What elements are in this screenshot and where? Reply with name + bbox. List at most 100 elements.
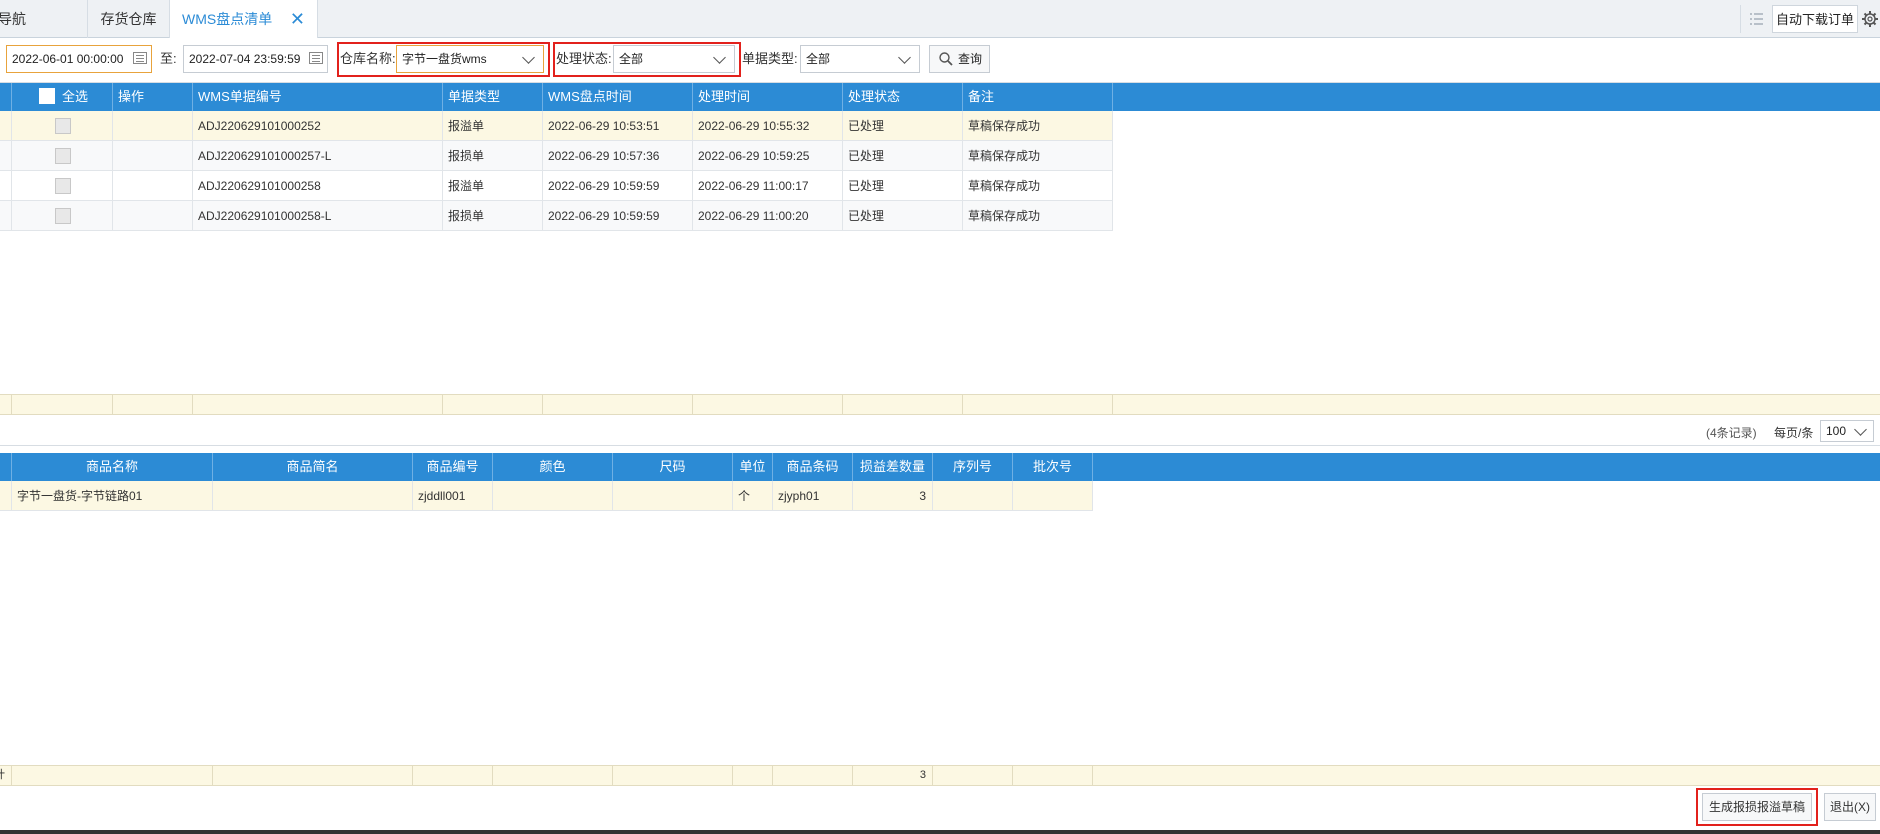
summary-cell (933, 766, 1013, 785)
action-cell[interactable] (113, 111, 193, 141)
per-page-select[interactable]: 100 (1820, 420, 1874, 442)
header-label: 全选 (62, 89, 89, 104)
row-checkbox[interactable] (55, 208, 71, 224)
table-row[interactable]: ADJ220629101000258-L 报损单 2022-06-29 10:5… (0, 201, 1113, 231)
header-cell[interactable]: 处理状态 (843, 83, 963, 111)
status-cell: 已处理 (843, 201, 963, 231)
start-date-value: 2022-06-01 00:00:00 (12, 52, 124, 66)
row-checkbox[interactable] (55, 118, 71, 134)
warehouse-select[interactable]: 字节一盘货wms (396, 45, 544, 73)
check-time-cell: 2022-06-29 10:59:59 (543, 201, 693, 231)
doc-type-value: 全部 (806, 52, 831, 66)
summary-cell (443, 395, 543, 414)
diff-qty-cell: 3 (853, 481, 933, 511)
header-cell[interactable]: 商品简名 (213, 453, 413, 481)
list-menu-icon[interactable] (1740, 5, 1770, 33)
tab-navigation[interactable]: 导航 (0, 0, 88, 38)
close-icon[interactable]: ✕ (290, 0, 305, 38)
search-icon (939, 52, 953, 66)
product-name-cell: 字节一盘货-字节链路01 (12, 481, 213, 511)
header-cell[interactable]: WMS单据编号 (193, 83, 443, 111)
bottom-grid-header: 商品名称 商品简名 商品编号 颜色 尺码 单位 商品条码 损益差数量 序列号 批… (0, 453, 1880, 481)
unit-cell: 个 (733, 481, 773, 511)
summary-cell (733, 766, 773, 785)
row-marker (0, 201, 12, 231)
gear-icon[interactable] (1860, 8, 1880, 30)
pager-bar: (4条记录) 每页/条 100 (0, 416, 1880, 446)
header-cell: 操作 (113, 83, 193, 111)
doc-no-cell: ADJ220629101000258-L (193, 201, 443, 231)
end-date-value: 2022-07-04 23:59:59 (189, 52, 301, 66)
generate-draft-button[interactable]: 生成报损报溢草稿 (1702, 793, 1812, 821)
doc-type-cell: 报损单 (443, 141, 543, 171)
row-marker (0, 171, 12, 201)
header-cell[interactable]: 单位 (733, 453, 773, 481)
tab-label: WMS盘点清单 (182, 11, 273, 27)
record-count: (4条记录) (1706, 426, 1757, 440)
status-value: 全部 (619, 52, 644, 66)
exit-button[interactable]: 退出(X) (1824, 793, 1876, 821)
product-code-cell: zjddll001 (413, 481, 493, 511)
chevron-down-icon (713, 51, 726, 64)
header-cell[interactable]: 批次号 (1013, 453, 1093, 481)
row-select-cell[interactable] (12, 171, 113, 201)
table-row[interactable]: 字节一盘货-字节链路01 zjddll001 个 zjyph01 3 (0, 481, 1093, 511)
remark-cell: 草稿保存成功 (963, 171, 1113, 201)
header-cell[interactable]: 序列号 (933, 453, 1013, 481)
action-cell[interactable] (113, 141, 193, 171)
header-cell[interactable]: 商品名称 (12, 453, 213, 481)
header-cell[interactable]: 损益差数量 (853, 453, 933, 481)
summary-cell: 计 (0, 766, 12, 785)
auto-download-button[interactable]: 自动下载订单 (1772, 5, 1858, 33)
header-cell[interactable]: 备注 (963, 83, 1113, 111)
chevron-down-icon (522, 51, 535, 64)
row-checkbox[interactable] (55, 148, 71, 164)
header-cell[interactable]: 颜色 (493, 453, 613, 481)
table-row[interactable]: ADJ220629101000257-L 报损单 2022-06-29 10:5… (0, 141, 1113, 171)
row-select-cell[interactable] (12, 111, 113, 141)
summary-cell (773, 766, 853, 785)
table-row[interactable]: ADJ220629101000258 报溢单 2022-06-29 10:59:… (0, 171, 1113, 201)
tab-warehouse[interactable]: 存货仓库 (88, 0, 170, 38)
status-select[interactable]: 全部 (613, 45, 735, 73)
summary-label: 计 (0, 766, 5, 785)
doc-no-cell: ADJ220629101000252 (193, 111, 443, 141)
button-label: 退出(X) (1830, 800, 1870, 814)
chevron-down-icon (898, 51, 911, 64)
calendar-icon[interactable] (133, 52, 147, 64)
calendar-icon[interactable] (309, 52, 323, 64)
summary-cell (193, 395, 443, 414)
header-cell[interactable]: 处理时间 (693, 83, 843, 111)
summary-cell (413, 766, 493, 785)
doc-type-select[interactable]: 全部 (800, 45, 920, 73)
row-select-cell[interactable] (12, 141, 113, 171)
check-time-cell: 2022-06-29 10:59:59 (543, 171, 693, 201)
action-cell[interactable] (113, 171, 193, 201)
color-cell (493, 481, 613, 511)
action-cell[interactable] (113, 201, 193, 231)
table-row[interactable]: ADJ220629101000252 报溢单 2022-06-29 10:53:… (0, 111, 1113, 141)
end-date-input[interactable]: 2022-07-04 23:59:59 (183, 45, 328, 73)
header-cell[interactable]: 单据类型 (443, 83, 543, 111)
start-date-input[interactable]: 2022-06-01 00:00:00 (6, 45, 152, 73)
tab-wms-check-list[interactable]: WMS盘点清单 ✕ (170, 0, 318, 39)
top-grid-header: 全选 操作 WMS单据编号 单据类型 WMS盘点时间 处理时间 处理状态 备注 (0, 83, 1880, 111)
row-select-cell[interactable] (12, 201, 113, 231)
status-cell: 已处理 (843, 111, 963, 141)
status-label: 处理状态: (556, 51, 612, 66)
row-marker (0, 481, 12, 511)
summary-cell (543, 395, 693, 414)
doc-type-label: 单据类型: (742, 51, 798, 66)
select-all-checkbox[interactable] (39, 88, 55, 104)
header-cell (0, 453, 12, 481)
doc-type-cell: 报溢单 (443, 171, 543, 201)
row-checkbox[interactable] (55, 178, 71, 194)
header-cell[interactable]: 商品条码 (773, 453, 853, 481)
header-cell[interactable]: 商品编号 (413, 453, 493, 481)
header-cell[interactable]: WMS盘点时间 (543, 83, 693, 111)
select-all-header[interactable]: 全选 (12, 83, 113, 111)
header-cell[interactable]: 尺码 (613, 453, 733, 481)
top-summary-row (0, 394, 1880, 415)
query-label: 查询 (958, 52, 983, 66)
query-button[interactable]: 查询 (929, 45, 990, 73)
